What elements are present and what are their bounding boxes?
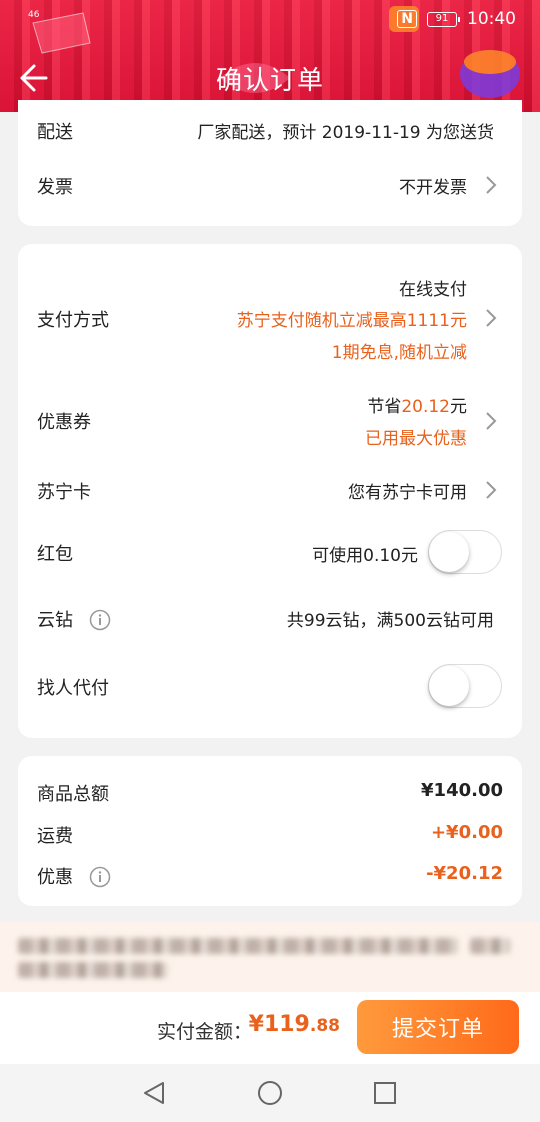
info-icon[interactable]	[89, 866, 111, 888]
status-bar: 46 N 91 10:40	[0, 0, 540, 40]
shipping-label: 运费	[37, 826, 73, 847]
coupon-saving: 节省20.12元	[367, 392, 467, 417]
payment-promo-line1: 苏宁支付随机立减最高1111元	[236, 311, 467, 331]
back-triangle-icon[interactable]	[141, 1080, 167, 1106]
clock: 10:40	[467, 9, 516, 29]
coupon-note: 已用最大优惠	[365, 429, 467, 449]
payment-method-value: 在线支付	[399, 280, 467, 300]
pay-currency: ¥	[248, 1012, 264, 1037]
pay-amount-label: 实付金额：	[156, 1021, 252, 1043]
nfc-icon: N	[397, 10, 417, 28]
invoice-value: 不开发票	[399, 178, 467, 198]
discount-label: 优惠	[37, 863, 111, 889]
coupon-label: 优惠券	[37, 412, 91, 433]
invoice-row[interactable]: 发票 不开发票	[18, 173, 522, 203]
signal-indicator: 46	[28, 10, 40, 20]
proxy-pay-label: 找人代付	[37, 678, 109, 699]
coupon-saving-suffix: 元	[450, 397, 467, 417]
red-packet-row: 红包 可使用0.10元	[18, 530, 522, 576]
yunzuan-label-text: 云钻	[37, 610, 73, 631]
info-icon[interactable]	[89, 609, 111, 631]
bottom-bar: 实付金额： ¥119.88 提交订单	[0, 992, 540, 1064]
yunzuan-label: 云钻	[37, 606, 111, 632]
suning-card-value: 您有苏宁卡可用	[348, 483, 467, 503]
battery-icon: 91	[427, 11, 460, 27]
home-circle-icon[interactable]	[257, 1080, 283, 1106]
suning-card-label: 苏宁卡	[37, 482, 91, 503]
suning-card-row[interactable]: 苏宁卡 您有苏宁卡可用	[18, 478, 522, 508]
yunzuan-row: 云钻 共99云钻，满500云钻可用	[18, 606, 522, 636]
delivery-value: 厂家配送，预计 2019-11-19 为您送货	[197, 123, 494, 143]
chevron-right-icon	[486, 176, 497, 194]
proxy-pay-row: 找人代付	[18, 664, 522, 710]
coupon-saving-prefix: 节省	[367, 397, 402, 417]
payment-card: 支付方式 在线支付 苏宁支付随机立减最高1111元 1期免息,随机立减 优惠券 …	[18, 244, 522, 738]
blurred-text	[470, 938, 510, 954]
summary-card: 商品总额 ¥140.00 运费 +¥0.00 优惠 -¥20.12	[18, 756, 522, 906]
payment-method-label: 支付方式	[37, 310, 109, 331]
blurred-text	[18, 962, 168, 978]
nav-bar: 确认订单	[0, 50, 540, 106]
invoice-label: 发票	[37, 177, 73, 198]
pay-amount-value: ¥119.88	[249, 1012, 340, 1037]
discount-value: -¥20.12	[426, 863, 503, 884]
shipping-value: +¥0.00	[430, 822, 503, 843]
chevron-right-icon	[486, 481, 497, 499]
pay-decimal: .88	[309, 1016, 340, 1036]
blurred-text	[18, 938, 458, 954]
goods-total-label: 商品总额	[37, 784, 109, 805]
red-packet-toggle[interactable]	[428, 530, 502, 574]
delivery-label: 配送	[37, 122, 73, 143]
submit-order-button[interactable]: 提交订单	[357, 1000, 519, 1054]
red-packet-value: 可使用0.10元	[312, 546, 418, 566]
payment-promo-line2: 1期免息,随机立减	[331, 343, 467, 363]
chevron-right-icon	[486, 309, 497, 327]
chevron-right-icon	[486, 412, 497, 430]
red-packet-label: 红包	[37, 544, 73, 565]
delivery-card: 配送 厂家配送，预计 2019-11-19 为您送货 发票 不开发票	[18, 100, 522, 226]
proxy-pay-toggle[interactable]	[428, 664, 502, 708]
blurred-notice	[0, 922, 540, 992]
page-title: 确认订单	[215, 66, 324, 96]
coupon-saving-amount: 20.12	[401, 397, 450, 417]
delivery-row: 配送 厂家配送，预计 2019-11-19 为您送货	[18, 118, 522, 148]
header: 46 N 91 10:40 确认订单	[0, 0, 540, 112]
payment-method-row[interactable]: 支付方式 在线支付 苏宁支付随机立减最高1111元 1期免息,随机立减	[18, 272, 522, 366]
goods-total-value: ¥140.00	[421, 780, 503, 801]
recents-square-icon[interactable]	[372, 1080, 398, 1106]
discount-label-text: 优惠	[37, 867, 73, 888]
toggle-knob	[429, 532, 469, 572]
yunzuan-value: 共99云钻，满500云钻可用	[286, 611, 494, 631]
system-nav-bar	[0, 1064, 540, 1122]
pay-integer: 119	[263, 1012, 310, 1037]
coupon-row[interactable]: 优惠券 节省20.12元 已用最大优惠	[18, 390, 522, 452]
toggle-knob	[429, 666, 469, 706]
